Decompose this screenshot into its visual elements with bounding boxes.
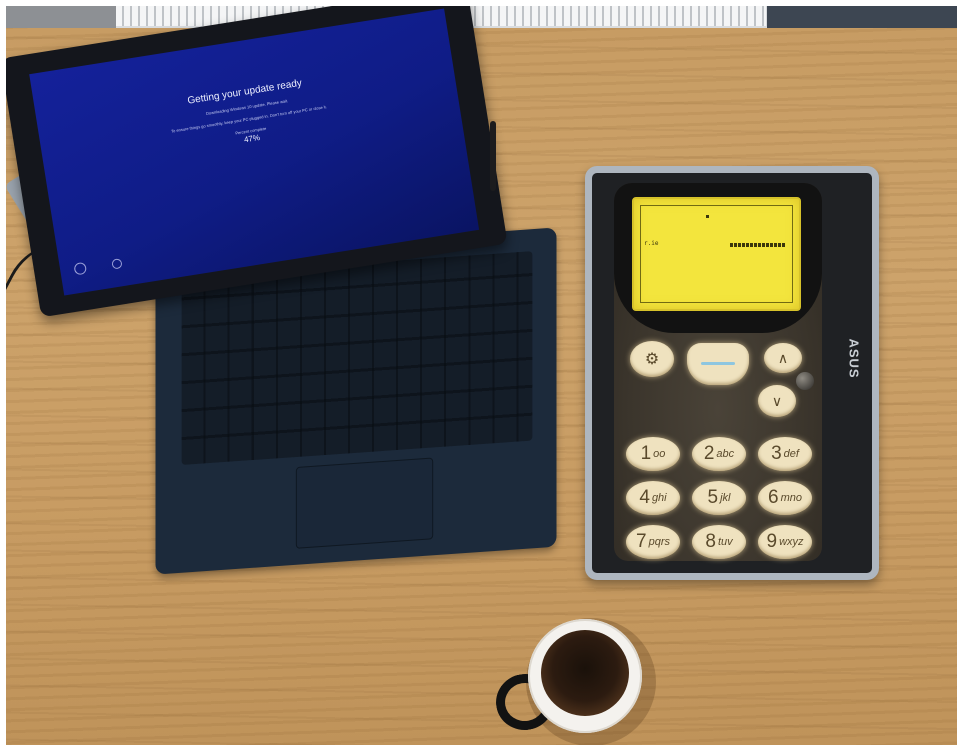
- snake-food: [706, 215, 709, 218]
- key-number: 4: [639, 487, 650, 508]
- desk-photo: Getting your update ready Downloading Wi…: [6, 6, 957, 745]
- key-number: 7: [636, 531, 647, 552]
- game-score: r.ie: [644, 240, 659, 247]
- scroll-down-key[interactable]: ∨: [758, 385, 796, 417]
- keypad-key-8[interactable]: 8 tuv: [692, 525, 746, 559]
- trackpad: [295, 457, 434, 549]
- key-letters: pqrs: [648, 536, 670, 548]
- asus-tablet: ASUS r.ie ⚙ ∧ ∨ 1 oo 2 abc 3 def 4 ghi 5…: [585, 166, 879, 580]
- lcd-screen: r.ie: [632, 197, 801, 311]
- gear-icon: ⚙: [644, 351, 660, 368]
- chevron-down-icon: ∨: [771, 392, 783, 409]
- keypad-key-4[interactable]: 4 ghi: [626, 481, 680, 515]
- key-letters: tuv: [717, 536, 733, 548]
- scroll-up-key[interactable]: ∧: [764, 343, 802, 373]
- laptop-cable: [490, 121, 496, 191]
- keypad-key-7[interactable]: 7 pqrs: [626, 525, 680, 559]
- key-letters: abc: [716, 448, 735, 460]
- phone-emulator: r.ie ⚙ ∧ ∨ 1 oo 2 abc 3 def 4 ghi 5 jkl …: [614, 183, 822, 561]
- accessibility-icon: [73, 261, 88, 276]
- keypad-key-6[interactable]: 6 mno: [758, 481, 812, 515]
- keypad-key-3[interactable]: 3 def: [758, 437, 812, 471]
- keypad-key-2[interactable]: 2 abc: [692, 437, 746, 471]
- key-number: 3: [771, 443, 782, 464]
- key-number: 8: [705, 531, 716, 552]
- brand-logo: ASUS: [846, 338, 862, 379]
- game-border: [640, 205, 793, 303]
- key-number: 9: [766, 531, 778, 552]
- navi-key-indicator: [701, 362, 735, 365]
- chevron-up-icon: ∧: [777, 349, 789, 366]
- menu-key[interactable]: ⚙: [630, 341, 674, 377]
- key-number: 6: [768, 487, 779, 508]
- key-number: 5: [707, 487, 719, 508]
- coffee: [541, 630, 629, 716]
- snake-body: [730, 243, 786, 247]
- key-number: 1: [640, 443, 652, 464]
- keypad-key-5[interactable]: 5 jkl: [692, 481, 746, 515]
- navi-key[interactable]: [687, 343, 749, 385]
- camera-knob: [796, 372, 814, 390]
- key-number: 2: [703, 443, 715, 464]
- wall-object-left: [6, 6, 116, 28]
- keypad-key-9[interactable]: 9 wxyz: [758, 525, 812, 559]
- voicemail-icon: oo: [653, 448, 666, 460]
- key-letters: mno: [780, 492, 802, 504]
- key-letters: def: [783, 448, 799, 460]
- power-icon: [111, 258, 123, 270]
- keypad-key-1[interactable]: 1 oo: [626, 437, 680, 471]
- key-letters: ghi: [651, 492, 667, 504]
- key-letters: jkl: [720, 492, 731, 504]
- key-letters: wxyz: [779, 536, 804, 548]
- coffee-cup: [528, 619, 642, 733]
- windows-update-display: Getting your update ready Downloading Wi…: [29, 8, 480, 296]
- wall-object-right: [767, 6, 957, 28]
